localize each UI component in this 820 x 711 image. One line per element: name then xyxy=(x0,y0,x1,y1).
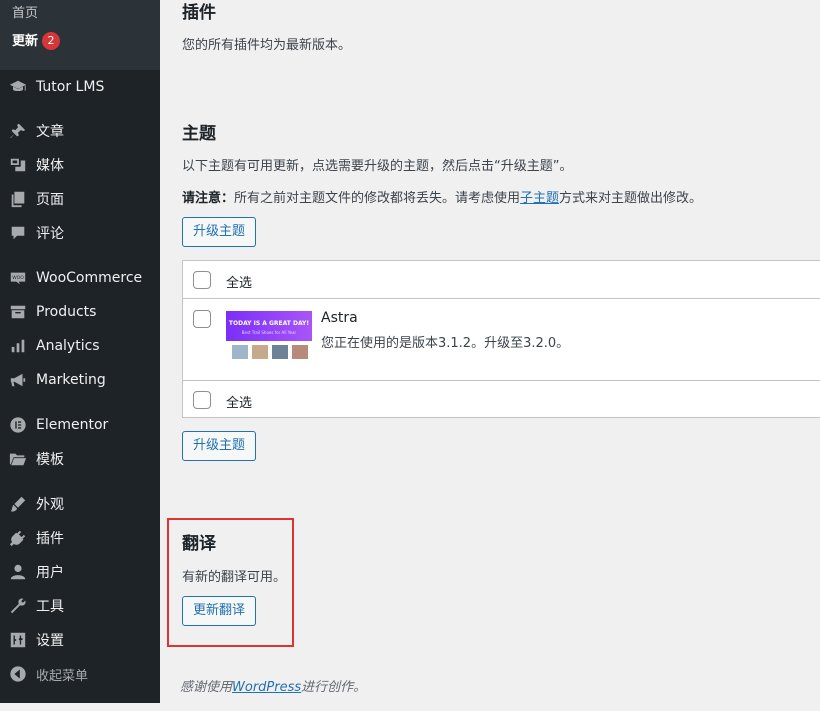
sidebar-item-label: Elementor xyxy=(36,417,109,433)
megaphone-icon xyxy=(8,370,28,390)
sidebar-item-analytics[interactable]: Analytics xyxy=(0,329,160,363)
sidebar-item-posts[interactable]: 文章 xyxy=(0,114,160,148)
comment-icon xyxy=(8,223,28,243)
theme-screenshot-photo xyxy=(272,345,288,359)
sidebar-item-label: 工具 xyxy=(36,599,64,615)
admin-sidebar: 首页 更新 2 Tutor LMS 文章 媒体 页面 评论 WOO WooComm… xyxy=(0,0,160,703)
themes-heading: 主题 xyxy=(182,124,216,144)
sidebar-item-label: Marketing xyxy=(36,372,106,388)
select-all-label: 全选 xyxy=(226,276,253,291)
sidebar-item-tutor-lms[interactable]: Tutor LMS xyxy=(0,70,160,104)
theme-checkbox-astra[interactable] xyxy=(193,310,211,328)
sidebar-item-label: 评论 xyxy=(36,226,64,242)
sidebar-item-products[interactable]: Products xyxy=(0,295,160,329)
child-theme-link[interactable]: 子主题 xyxy=(520,191,559,206)
sidebar-item-media[interactable]: 媒体 xyxy=(0,148,160,182)
translations-status-text: 有新的翻译可用。 xyxy=(182,570,287,585)
table-footer-row: 全选 xyxy=(183,381,820,419)
theme-screenshot-banner: TODAY IS A GREAT DAY! Best Trail Shoes f… xyxy=(226,311,312,341)
sidebar-item-label: 收起菜单 xyxy=(36,668,89,684)
collapse-menu-button[interactable]: 收起菜单 xyxy=(0,657,160,691)
theme-screenshot-subtitle: Best Trail Shoes for All Year xyxy=(241,330,297,335)
collapse-icon xyxy=(8,664,28,684)
update-translations-button[interactable]: 更新翻译 xyxy=(182,596,257,626)
sidebar-item-woocommerce[interactable]: WOO WooCommerce xyxy=(0,261,160,295)
wordpress-link[interactable]: WordPress xyxy=(232,680,301,695)
pushpin-icon xyxy=(8,121,28,141)
sidebar-item-label: 用户 xyxy=(36,565,64,581)
sidebar-item-elementor[interactable]: Elementor xyxy=(0,408,160,442)
sidebar-item-label: 媒体 xyxy=(36,158,64,174)
sidebar-item-plugins[interactable]: 插件 xyxy=(0,521,160,555)
submenu-item-label: 更新 xyxy=(12,34,39,49)
sidebar-item-label: Analytics xyxy=(36,338,100,354)
sidebar-item-label: 模板 xyxy=(36,452,64,468)
sidebar-item-settings[interactable]: 设置 xyxy=(0,623,160,657)
upgrade-themes-button-bottom[interactable]: 升级主题 xyxy=(182,431,257,461)
footer-suffix: 进行创作。 xyxy=(301,680,367,695)
user-icon xyxy=(8,562,28,582)
select-all-checkbox-top[interactable] xyxy=(193,271,211,289)
notice-label: 请注意： xyxy=(182,191,235,206)
notice-text: 所有之前对主题文件的修改都将丢失。请考虑使用 xyxy=(234,191,521,206)
theme-screenshot-photo xyxy=(252,345,268,359)
theme-screenshot-title: TODAY IS A GREAT DAY! xyxy=(228,320,310,327)
footer-prefix: 感谢使用 xyxy=(180,680,233,695)
brush-icon xyxy=(8,494,28,514)
sidebar-item-label: Products xyxy=(36,304,97,320)
plugins-heading: 插件 xyxy=(182,3,216,23)
wrench-icon xyxy=(8,596,28,616)
submenu-item-label: 首页 xyxy=(12,6,39,21)
sidebar-item-label: 页面 xyxy=(36,192,64,208)
themes-notice: 请注意：所有之前对主题文件的修改都将丢失。请考虑使用子主题方式来对主题做出修改。 xyxy=(182,187,702,206)
notice-tail: 方式来对主题做出修改。 xyxy=(559,191,703,206)
theme-screenshot-photo xyxy=(232,345,248,359)
sidebar-item-comments[interactable]: 评论 xyxy=(0,216,160,250)
translations-heading: 翻译 xyxy=(182,534,216,554)
submenu-item-updates[interactable]: 更新 2 xyxy=(12,30,61,50)
sidebar-item-pages[interactable]: 页面 xyxy=(0,182,160,216)
woo-icon: WOO xyxy=(8,268,28,288)
svg-text:WOO: WOO xyxy=(12,275,24,281)
sidebar-item-appearance[interactable]: 外观 xyxy=(0,487,160,521)
bar-chart-icon xyxy=(8,336,28,356)
dashboard-submenu: 首页 更新 2 xyxy=(0,0,160,70)
submenu-item-home[interactable]: 首页 xyxy=(12,2,38,21)
themes-intro-text: 以下主题有可用更新，点选需要升级的主题，然后点击“升级主题”。 xyxy=(182,159,573,174)
footer-credit: 感谢使用WordPress进行创作。 xyxy=(180,676,366,695)
elementor-icon xyxy=(8,415,28,435)
sidebar-item-users[interactable]: 用户 xyxy=(0,555,160,589)
select-all-label: 全选 xyxy=(226,396,253,411)
mortarboard-icon xyxy=(8,77,28,97)
plugin-icon xyxy=(8,528,28,548)
table-header-row: 全选 xyxy=(183,261,820,299)
sidebar-item-label: 外观 xyxy=(36,497,64,513)
sidebar-item-label: WooCommerce xyxy=(36,270,143,286)
theme-name: Astra xyxy=(321,310,358,326)
sidebar-item-tools[interactable]: 工具 xyxy=(0,589,160,623)
sidebar-item-marketing[interactable]: Marketing xyxy=(0,363,160,397)
media-icon xyxy=(8,155,28,175)
upgrade-themes-button-top[interactable]: 升级主题 xyxy=(182,217,257,247)
plugins-status-text: 您的所有插件均为最新版本。 xyxy=(182,38,352,53)
main-content: 插件 您的所有插件均为最新版本。 主题 以下主题有可用更新，点选需要升级的主题，… xyxy=(160,0,820,703)
sliders-icon xyxy=(8,630,28,650)
page-icon xyxy=(8,189,28,209)
table-row: TODAY IS A GREAT DAY! Best Trail Shoes f… xyxy=(183,299,820,381)
bottom-edge xyxy=(0,703,820,711)
sidebar-item-label: 设置 xyxy=(36,633,64,649)
theme-version-text: 您正在使用的是版本3.1.2。升级至3.2.0。 xyxy=(321,336,570,351)
sidebar-item-label: 文章 xyxy=(36,124,64,140)
select-all-checkbox-bottom[interactable] xyxy=(193,391,211,409)
update-count-badge: 2 xyxy=(42,32,61,50)
folder-icon xyxy=(8,449,28,469)
archive-icon xyxy=(8,302,28,322)
theme-screenshot: TODAY IS A GREAT DAY! Best Trail Shoes f… xyxy=(226,309,312,369)
theme-screenshot-photo xyxy=(292,345,308,359)
sidebar-item-label: Tutor LMS xyxy=(36,79,105,95)
sidebar-item-label: 插件 xyxy=(36,531,64,547)
sidebar-item-templates[interactable]: 模板 xyxy=(0,442,160,476)
themes-table: 全选 TODAY IS A GREAT DAY! Best Trail Shoe… xyxy=(182,260,820,418)
